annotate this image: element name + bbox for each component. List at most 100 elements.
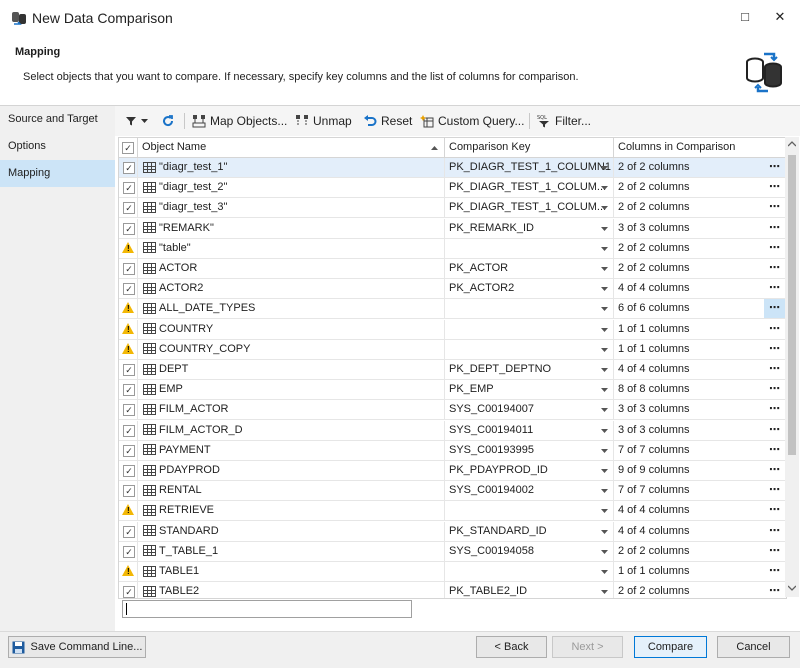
reset-button[interactable]: Reset: [363, 110, 412, 132]
object-name-cell[interactable]: "diagr_test_2": [138, 178, 445, 198]
object-name-cell[interactable]: COUNTRY: [138, 319, 445, 339]
table-row[interactable]: ! COUNTRY 1 of 1 columns ⋯: [119, 319, 786, 340]
edit-columns-button[interactable]: ⋯: [764, 562, 786, 581]
comparison-key-dropdown[interactable]: PK_DIAGR_TEST_1_COLUM...: [445, 178, 614, 198]
object-name-cell[interactable]: COUNTRY_COPY: [138, 339, 445, 359]
table-row[interactable]: ✓ STANDARD PK_STANDARD_ID 4 of 4 columns ⋯: [119, 521, 786, 542]
row-checkbox[interactable]: ✓: [123, 384, 135, 397]
back-button[interactable]: < Back: [476, 636, 547, 658]
table-row[interactable]: ✓ T_TABLE_1 SYS_C00194058 2 of 2 columns ⋯: [119, 541, 786, 562]
edit-columns-button[interactable]: ⋯: [764, 582, 786, 598]
row-checkbox[interactable]: ✓: [123, 525, 135, 538]
object-name-cell[interactable]: T_TABLE_1: [138, 541, 445, 561]
row-checkbox[interactable]: ✓: [123, 283, 135, 296]
comparison-key-dropdown[interactable]: [445, 562, 614, 581]
edit-columns-button[interactable]: ⋯: [764, 198, 786, 217]
object-name-cell[interactable]: DEPT: [138, 360, 445, 379]
unmap-button[interactable]: Unmap: [295, 110, 352, 132]
edit-columns-button[interactable]: ⋯: [764, 481, 786, 500]
comparison-key-dropdown[interactable]: SYS_C00194007: [445, 400, 614, 420]
edit-columns-button[interactable]: ⋯: [764, 542, 786, 561]
object-name-cell[interactable]: RETRIEVE: [138, 501, 445, 521]
table-row[interactable]: ✓ "diagr_test_3" PK_DIAGR_TEST_1_COLUM... 2…: [119, 198, 786, 219]
object-name-edit-field[interactable]: [122, 600, 412, 618]
scroll-up-icon[interactable]: [788, 141, 796, 147]
comparison-key-dropdown[interactable]: SYS_C00194058: [445, 541, 614, 561]
row-checkbox[interactable]: ✓: [123, 162, 135, 174]
comparison-key-dropdown[interactable]: SYS_C00194002: [445, 481, 614, 501]
compare-button[interactable]: Compare: [634, 636, 707, 658]
close-button[interactable]: ✕: [766, 6, 794, 28]
object-name-cell[interactable]: TABLE1: [138, 562, 445, 581]
row-checkbox[interactable]: ✓: [123, 263, 135, 275]
maximize-button[interactable]: □: [731, 6, 759, 28]
comparison-key-dropdown[interactable]: SYS_C00194011: [445, 420, 614, 440]
refresh-button[interactable]: [161, 110, 175, 132]
table-row[interactable]: ✓ FILM_ACTOR SYS_C00194007 3 of 3 columns ⋯: [119, 400, 786, 421]
row-checkbox[interactable]: ✓: [123, 465, 135, 477]
object-name-cell[interactable]: FILM_ACTOR: [138, 400, 445, 420]
filter-button[interactable]: SQL Filter...: [537, 110, 591, 132]
edit-columns-button[interactable]: ⋯: [764, 400, 786, 419]
comparison-key-dropdown[interactable]: [445, 238, 614, 258]
header-comparison-key[interactable]: Comparison Key: [445, 138, 614, 157]
table-row[interactable]: ✓ "REMARK" PK_REMARK_ID 3 of 3 columns ⋯: [119, 218, 786, 239]
table-row[interactable]: ✓ EMP PK_EMP 8 of 8 columns ⋯: [119, 380, 786, 401]
comparison-key-dropdown[interactable]: PK_ACTOR: [445, 259, 614, 278]
object-name-cell[interactable]: RENTAL: [138, 481, 445, 501]
sidebar-item-source-and-target[interactable]: Source and Target: [0, 106, 115, 133]
comparison-key-dropdown[interactable]: PK_STANDARD_ID: [445, 521, 614, 541]
edit-columns-button[interactable]: ⋯: [764, 259, 786, 278]
edit-columns-button[interactable]: ⋯: [764, 158, 786, 177]
object-name-cell[interactable]: "table": [138, 238, 445, 258]
grid-vertical-scrollbar[interactable]: [785, 137, 799, 597]
edit-columns-button[interactable]: ⋯: [764, 219, 786, 238]
table-row[interactable]: ✓ TABLE2 PK_TABLE2_ID 2 of 2 columns ⋯: [119, 582, 786, 598]
row-checkbox[interactable]: ✓: [123, 404, 135, 417]
edit-columns-button[interactable]: ⋯: [764, 279, 786, 298]
comparison-key-dropdown[interactable]: SYS_C00193995: [445, 440, 614, 460]
comparison-key-dropdown[interactable]: PK_DIAGR_TEST_1_COLUM...: [445, 198, 614, 218]
edit-columns-button[interactable]: ⋯: [764, 522, 786, 541]
object-name-cell[interactable]: ACTOR2: [138, 279, 445, 299]
edit-columns-button[interactable]: ⋯: [764, 441, 786, 460]
object-name-cell[interactable]: TABLE2: [138, 582, 445, 598]
comparison-key-dropdown[interactable]: PK_PDAYPROD_ID: [445, 461, 614, 480]
cancel-button[interactable]: Cancel: [717, 636, 790, 658]
comparison-key-dropdown[interactable]: [445, 319, 614, 339]
comparison-key-dropdown[interactable]: PK_DIAGR_TEST_1_COLUMN1: [445, 158, 614, 177]
row-checkbox[interactable]: ✓: [123, 545, 135, 558]
row-checkbox[interactable]: ✓: [123, 222, 135, 235]
select-all-checkbox[interactable]: ✓: [122, 142, 134, 154]
table-row[interactable]: ! "table" 2 of 2 columns ⋯: [119, 238, 786, 259]
object-name-cell[interactable]: ACTOR: [138, 259, 445, 278]
header-object-name[interactable]: Object Name: [138, 138, 445, 157]
comparison-key-dropdown[interactable]: [445, 501, 614, 521]
comparison-key-dropdown[interactable]: PK_DEPT_DEPTNO: [445, 360, 614, 379]
save-command-line-button[interactable]: Save Command Line...: [8, 636, 146, 658]
scroll-down-icon[interactable]: [788, 585, 796, 591]
row-checkbox[interactable]: ✓: [123, 364, 135, 376]
object-name-cell[interactable]: STANDARD: [138, 521, 445, 541]
sidebar-item-mapping[interactable]: Mapping: [0, 160, 115, 187]
edit-columns-button[interactable]: ⋯: [764, 340, 786, 359]
table-row[interactable]: ✓ ACTOR2 PK_ACTOR2 4 of 4 columns ⋯: [119, 279, 786, 300]
comparison-key-dropdown[interactable]: PK_EMP: [445, 380, 614, 400]
edit-columns-button[interactable]: ⋯: [764, 239, 786, 258]
object-name-cell[interactable]: "diagr_test_1": [138, 158, 445, 177]
row-checkbox[interactable]: ✓: [123, 485, 135, 498]
custom-query-button[interactable]: Custom Query...: [420, 110, 524, 132]
table-row[interactable]: ✓ DEPT PK_DEPT_DEPTNO 4 of 4 columns ⋯: [119, 360, 786, 380]
comparison-key-dropdown[interactable]: [445, 299, 614, 319]
next-button[interactable]: Next >: [552, 636, 623, 658]
comparison-key-dropdown[interactable]: PK_TABLE2_ID: [445, 582, 614, 598]
object-name-cell[interactable]: PDAYPROD: [138, 461, 445, 480]
edit-columns-button[interactable]: ⋯: [764, 421, 786, 440]
comparison-key-dropdown[interactable]: PK_ACTOR2: [445, 279, 614, 299]
table-row[interactable]: ! COUNTRY_COPY 1 of 1 columns ⋯: [119, 339, 786, 360]
object-name-cell[interactable]: "REMARK": [138, 218, 445, 238]
table-row[interactable]: ✓ PAYMENT SYS_C00193995 7 of 7 columns ⋯: [119, 440, 786, 461]
comparison-key-dropdown[interactable]: [445, 339, 614, 359]
object-name-cell[interactable]: EMP: [138, 380, 445, 400]
table-row[interactable]: ✓ RENTAL SYS_C00194002 7 of 7 columns ⋯: [119, 481, 786, 502]
